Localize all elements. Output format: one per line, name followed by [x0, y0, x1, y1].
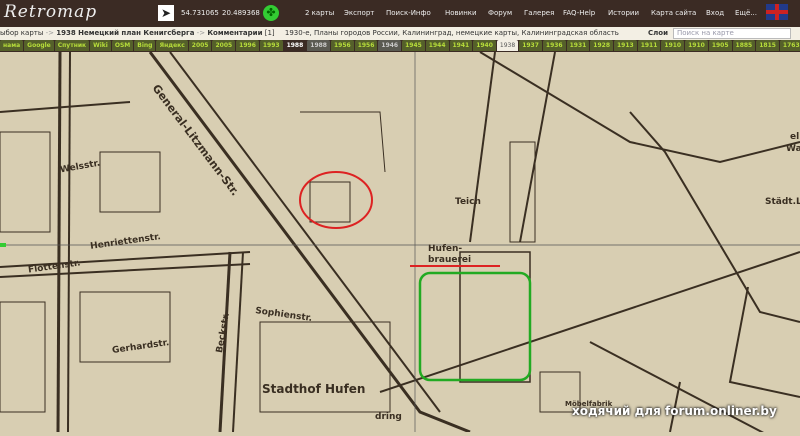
latitude: 54.731065 [181, 9, 219, 17]
nav-forum[interactable]: Форум [488, 9, 512, 17]
map-control-handle[interactable] [0, 243, 6, 247]
layer-tab[interactable]: 1944 [425, 40, 449, 51]
layer-tab[interactable]: 1913 [614, 40, 637, 51]
layer-tab[interactable]: 1905 [708, 40, 732, 51]
layer-tab[interactable]: 1910 [685, 40, 708, 51]
green-rect-annotation [418, 271, 532, 382]
layer-tab[interactable]: OSM [111, 40, 134, 51]
logo[interactable]: Retromap [4, 2, 97, 22]
layer-tab[interactable]: 1996 [236, 40, 259, 51]
location-arrow-icon[interactable]: ➤ [158, 5, 174, 21]
top-bar: Retromap ➤ 54.731065 20.489368 ✤ 2 карты… [0, 0, 800, 27]
clover-icon[interactable]: ✤ [263, 5, 279, 21]
red-ellipse-annotation [299, 171, 373, 229]
map-view[interactable]: General-Litzmann-Str. Teich Hufen- braue… [0, 51, 800, 436]
layer-tab[interactable]: нама [0, 40, 24, 51]
map-layer-tabs: нама Google Спутник Wiki OSM Bing Яндекс 2005 20… [0, 40, 800, 52]
layer-tab[interactable]: 1931 [566, 40, 590, 51]
layer-tab[interactable]: 1956 [354, 40, 378, 51]
breadcrumb-sep: -> [196, 29, 206, 37]
layer-tab[interactable]: 1988 [283, 40, 307, 51]
layer-tab[interactable]: 1928 [590, 40, 613, 51]
layer-tab[interactable]: Bing [134, 40, 156, 51]
map-label: dring [375, 412, 402, 422]
nav-more[interactable]: Ещё... [735, 9, 757, 17]
layer-tab[interactable]: 1938 [496, 40, 519, 51]
layer-tab[interactable]: 1946 [378, 40, 402, 51]
layer-tab[interactable]: 1937 [519, 40, 542, 51]
layer-tab[interactable]: 2005 [212, 40, 236, 51]
layer-tab[interactable]: Яндекс [156, 40, 188, 51]
breadcrumb-map-title[interactable]: 1938 Немецкий план Кенигсберга [56, 29, 194, 37]
nav-faq[interactable]: FAQ-Help [563, 9, 595, 17]
layer-tab[interactable]: 1763 [779, 40, 800, 51]
layers-label[interactable]: Слои [648, 27, 668, 40]
nav-export[interactable]: Экспорт [344, 9, 374, 17]
uk-flag-icon[interactable] [766, 4, 788, 20]
layer-tab[interactable]: 1910 [661, 40, 685, 51]
layer-tab[interactable]: Google [24, 40, 54, 51]
map-label: Hufen- [428, 244, 463, 254]
map-tags: 1930-е, Планы городов России, Калинингра… [284, 29, 619, 37]
nav-sitemap[interactable]: Карта сайта [651, 9, 696, 17]
layer-tab[interactable]: 1988 [307, 40, 330, 51]
layer-tab[interactable]: Wiki [90, 40, 111, 51]
nav-search-info[interactable]: Поиск-Инфо [386, 9, 431, 17]
breadcrumb-sep: -> [45, 29, 55, 37]
layer-tab[interactable]: 1911 [637, 40, 661, 51]
map-search-input[interactable]: Поиск на карте [673, 28, 791, 39]
longitude: 20.489368 [222, 9, 260, 17]
nav-stories[interactable]: Истории [608, 9, 639, 17]
breadcrumb-comments[interactable]: Комментарии [207, 29, 262, 37]
layer-tab[interactable]: Спутник [54, 40, 90, 51]
layer-tab[interactable]: 1940 [473, 40, 496, 51]
layer-tab[interactable]: 2005 [188, 40, 212, 51]
layer-tab[interactable]: 1815 [756, 40, 779, 51]
comment-count: [1] [264, 29, 275, 37]
map-label: el [790, 132, 800, 142]
layer-tab[interactable]: 1993 [259, 40, 283, 51]
layer-tab[interactable]: 1885 [732, 40, 756, 51]
map-label: Stadthof Hufen [262, 382, 366, 396]
watermark: ходячий для forum.onliner.by [572, 404, 777, 418]
layer-tab[interactable]: 1941 [449, 40, 473, 51]
nav-gallery[interactable]: Галерея [524, 9, 554, 17]
layer-tab[interactable]: 1945 [402, 40, 425, 51]
layer-tab[interactable]: 1956 [330, 40, 354, 51]
layer-tab[interactable]: 1936 [542, 40, 566, 51]
map-label: Wal [786, 144, 800, 154]
nav-2maps[interactable]: 2 карты [305, 9, 334, 17]
map-label: Teich [455, 197, 481, 207]
map-label: brauerei [428, 255, 472, 265]
breadcrumb-select-map[interactable]: ыбор карты [0, 29, 43, 37]
map-label: Städt.L [765, 197, 800, 207]
nav-news[interactable]: Новинки [445, 9, 477, 17]
nav-login[interactable]: Вход [706, 9, 724, 17]
